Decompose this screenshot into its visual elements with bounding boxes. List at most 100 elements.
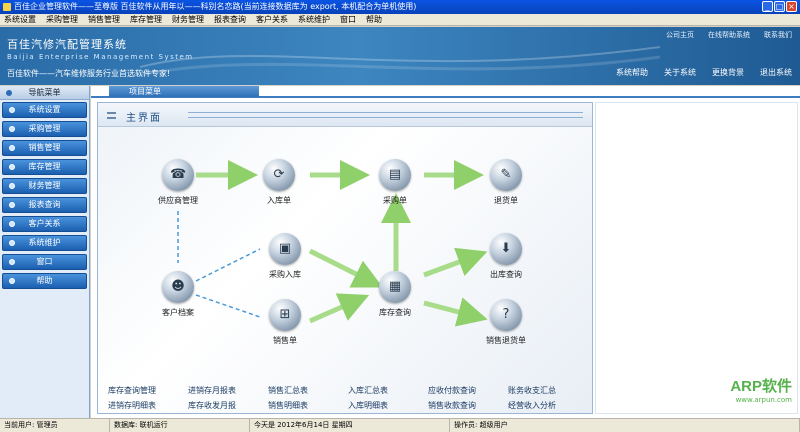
system-help-button[interactable]: 系统帮助	[614, 66, 650, 79]
bullet-icon	[9, 240, 15, 246]
report-link[interactable]: 销售收款查询	[428, 400, 508, 411]
change-background-button[interactable]: 更换背景	[710, 66, 746, 79]
menu-item[interactable]: 财务管理	[172, 14, 204, 25]
status-user: 当前用户: 管理员	[0, 419, 110, 432]
banner-wave-decoration	[140, 46, 660, 77]
bullet-icon	[6, 90, 12, 96]
menu-item[interactable]: 系统设置	[4, 14, 36, 25]
watermark: ARP软件 www.arpun.com	[730, 375, 792, 404]
sidebar-item-inventory[interactable]: 库存管理	[2, 159, 87, 175]
window-title: 百佳企业管理软件——至尊版 百佳软件从用年以——科别名恋路(当前连接数据库为 e…	[14, 2, 417, 11]
report-link[interactable]: 入库汇总表	[348, 385, 428, 396]
report-link[interactable]: 账务收支汇总	[508, 385, 588, 396]
purchase-order-icon: ▤	[379, 159, 411, 191]
report-link[interactable]: 库存收发月报	[188, 400, 268, 411]
bullet-icon	[9, 259, 15, 265]
online-help-link[interactable]: 在线帮助系统	[708, 30, 750, 40]
status-bar: 当前用户: 管理员 数据库: 联机运行 今天是 2012年6月14日 星期四 操…	[0, 418, 800, 432]
node-label: 出库查询	[490, 270, 522, 279]
stock-out-query-icon: ⬇	[490, 233, 522, 265]
sidebar-item-label: 采购管理	[28, 124, 61, 133]
node-label: 入库单	[267, 196, 291, 205]
node-customer[interactable]: ☻ 客户档案	[133, 271, 223, 318]
close-button[interactable]: ×	[786, 1, 797, 12]
status-operator: 操作员: 超级用户	[450, 419, 800, 432]
supplier-icon: ☎	[162, 159, 194, 191]
menu-item[interactable]: 报表查询	[214, 14, 246, 25]
sidebar-item-finance[interactable]: 财务管理	[2, 178, 87, 194]
node-purchase-in[interactable]: ▣ 采购入库	[240, 233, 330, 280]
banner-buttons: 系统帮助 关于系统 更换背景 退出系统	[614, 66, 794, 79]
node-label: 客户档案	[162, 308, 194, 317]
tab-project-menu[interactable]: 项目菜单	[109, 86, 259, 97]
menu-item[interactable]: 窗口	[340, 14, 356, 25]
menu-item[interactable]: 客户关系	[256, 14, 288, 25]
about-button[interactable]: 关于系统	[662, 66, 698, 79]
menu-item[interactable]: 帮助	[366, 14, 382, 25]
bullet-icon	[9, 107, 15, 113]
node-label: 采购入库	[269, 270, 301, 279]
node-label: 退货单	[494, 196, 518, 205]
sidebar-item-purchasing[interactable]: 采购管理	[2, 121, 87, 137]
report-link[interactable]: 进销存明细表	[108, 400, 188, 411]
report-link[interactable]: 库存查询管理	[108, 385, 188, 396]
report-link[interactable]: 进销存月报表	[188, 385, 268, 396]
menu-item[interactable]: 库存管理	[130, 14, 162, 25]
watermark-url: www.arpun.com	[735, 396, 792, 404]
node-stock-in[interactable]: ⟳ 入库单	[234, 159, 324, 206]
maximize-button[interactable]: □	[774, 1, 785, 12]
right-pane	[595, 102, 798, 414]
sidebar-item-label: 帮助	[36, 276, 53, 285]
purchase-in-icon: ▣	[269, 233, 301, 265]
bullet-icon	[9, 164, 15, 170]
node-inventory-query[interactable]: ▦ 库存查询	[350, 271, 440, 318]
menu-item[interactable]: 系统维护	[298, 14, 330, 25]
homepage-link[interactable]: 公司主页	[666, 30, 694, 40]
node-label: 销售单	[273, 336, 297, 345]
contact-link[interactable]: 联系我们	[764, 30, 792, 40]
header-banner: 百佳汽修汽配管理系统 Baijia Enterprise Management …	[0, 27, 800, 85]
sidebar-item-reports[interactable]: 报表查询	[2, 197, 87, 213]
menu-item[interactable]: 采购管理	[46, 14, 78, 25]
sidebar-item-label: 客户关系	[28, 219, 61, 228]
menu-item[interactable]: 销售管理	[88, 14, 120, 25]
sales-return-icon: ?	[490, 299, 522, 331]
report-link[interactable]: 应收付款查询	[428, 385, 508, 396]
sidebar-item-help[interactable]: 帮助	[2, 273, 87, 289]
bullet-icon	[9, 183, 15, 189]
sidebar-item-sales[interactable]: 销售管理	[2, 140, 87, 156]
report-link[interactable]: 经营收入分析	[508, 400, 588, 411]
node-sales-order[interactable]: ⊞ 销售单	[240, 299, 330, 346]
sidebar-header: 导航菜单	[0, 86, 89, 100]
app-subtitle: Baijia Enterprise Management System	[7, 53, 194, 61]
report-link[interactable]: 销售汇总表	[268, 385, 348, 396]
bullet-icon	[9, 221, 15, 227]
title-bar: 百佳企业管理软件——至尊版 百佳软件从用年以——科别名恋路(当前连接数据库为 e…	[0, 0, 800, 14]
tab-strip: 项目菜单	[91, 86, 800, 98]
status-database: 数据库: 联机运行	[110, 419, 250, 432]
return-order-icon: ✎	[490, 159, 522, 191]
sidebar-item-label: 报表查询	[28, 200, 61, 209]
main-panel: 主界面 ☎ 供应商管理 ⟳ 入库单 ▤ 采购单 ✎ 退货单 ▣ 采购入库 ⬇ 出…	[97, 102, 593, 414]
node-purchase-order[interactable]: ▤ 采购单	[350, 159, 440, 206]
sidebar-item-window[interactable]: 窗口	[2, 254, 87, 270]
sidebar-item-system-settings[interactable]: 系统设置	[2, 102, 87, 118]
sidebar-item-label: 销售管理	[28, 143, 61, 152]
report-link[interactable]: 销售明细表	[268, 400, 348, 411]
node-supplier[interactable]: ☎ 供应商管理	[133, 159, 223, 206]
bullet-icon	[9, 202, 15, 208]
sidebar-item-crm[interactable]: 客户关系	[2, 216, 87, 232]
node-stock-out-query[interactable]: ⬇ 出库查询	[461, 233, 551, 280]
node-return-order[interactable]: ✎ 退货单	[461, 159, 551, 206]
minimize-button[interactable]: _	[762, 1, 773, 12]
sidebar-item-maintenance[interactable]: 系统维护	[2, 235, 87, 251]
exit-button[interactable]: 退出系统	[758, 66, 794, 79]
bullet-icon	[9, 145, 15, 151]
sidebar-item-label: 系统维护	[28, 238, 61, 247]
sidebar-item-label: 系统设置	[28, 105, 61, 114]
top-links: 公司主页 在线帮助系统 联系我们	[666, 30, 792, 40]
node-sales-return[interactable]: ? 销售退货单	[461, 299, 551, 346]
report-link[interactable]: 入库明细表	[348, 400, 428, 411]
node-label: 采购单	[383, 196, 407, 205]
sidebar: 导航菜单 系统设置 采购管理 销售管理 库存管理 财务管理 报表查询 客户关系 …	[0, 86, 90, 418]
